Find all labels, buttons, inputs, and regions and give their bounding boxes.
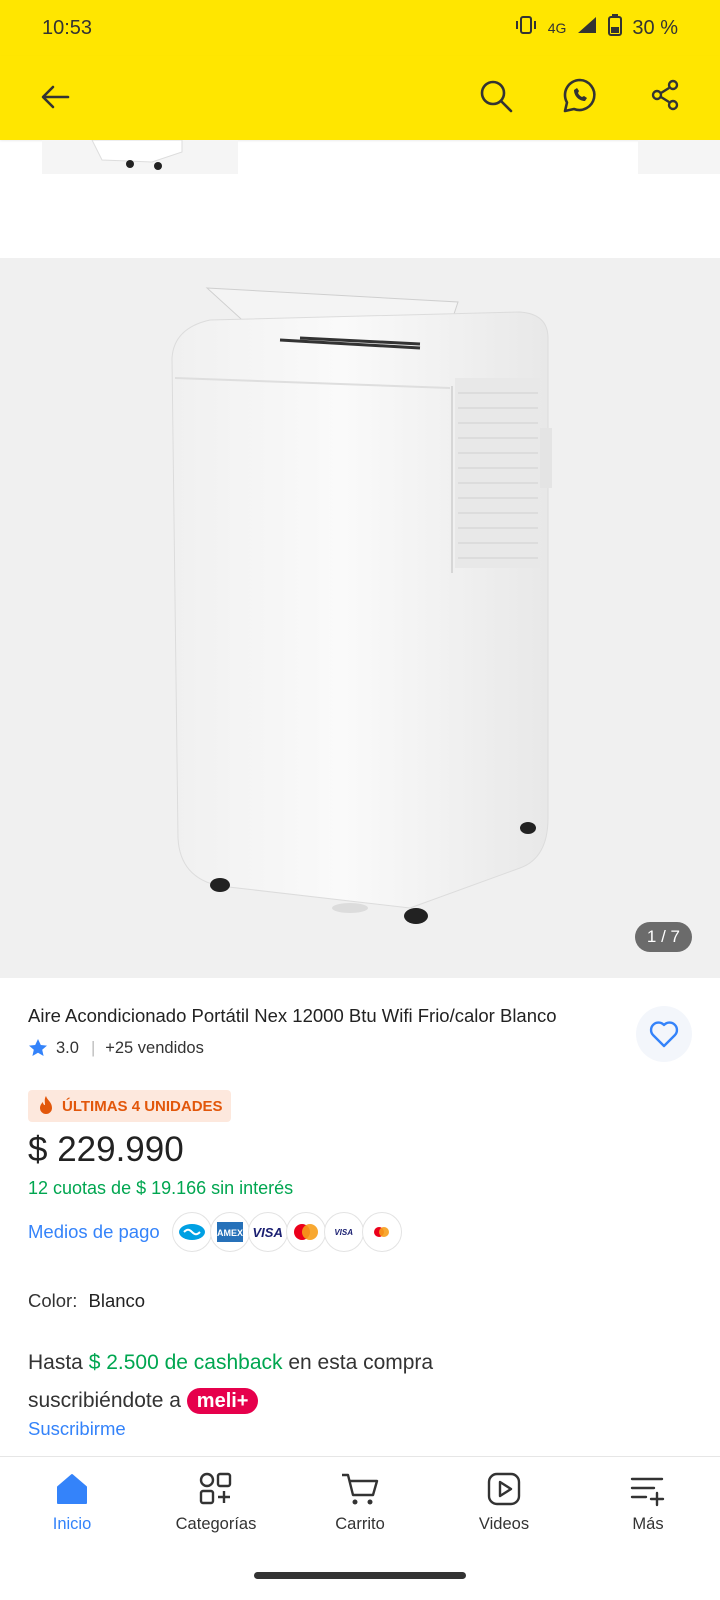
- stock-badge: ÚLTIMAS 4 UNIDADES: [28, 1090, 231, 1122]
- visa-debit-icon: VISA: [323, 1212, 364, 1252]
- signal-icon: [576, 15, 598, 41]
- nav-label: Categorías: [175, 1515, 257, 1533]
- payment-methods-row[interactable]: Medios de pago AMEX VISA VISA: [28, 1212, 402, 1252]
- home-icon: [57, 1474, 87, 1504]
- installments-info: 12 cuotas de $ 19.166 sin interés: [28, 1178, 294, 1198]
- nav-label: Carrito: [335, 1515, 385, 1533]
- visa-icon: VISA: [247, 1212, 288, 1252]
- mastercard-debit-icon: [361, 1212, 402, 1252]
- nav-label: Inicio: [52, 1515, 92, 1533]
- thumbnail[interactable]: [638, 140, 720, 174]
- videos-icon: [487, 1472, 521, 1506]
- vibrate-icon: [514, 15, 538, 41]
- color-label: Color:: [28, 1290, 78, 1311]
- mastercard-icon: [285, 1212, 326, 1252]
- subscribe-link[interactable]: Suscribirme: [28, 1418, 126, 1440]
- nav-item-mas[interactable]: Más: [576, 1457, 720, 1569]
- nav-item-categorias[interactable]: Categorías: [144, 1457, 288, 1569]
- heart-icon: [649, 1021, 679, 1048]
- amex-icon: AMEX: [209, 1212, 250, 1252]
- battery-icon: [608, 14, 623, 42]
- product-image: [171, 287, 552, 924]
- cart-icon: [342, 1473, 379, 1505]
- color-row: Color: Blanco: [28, 1290, 145, 1312]
- mercadopago-icon: [171, 1212, 212, 1252]
- rating-row[interactable]: 3.0 | +25 vendidos: [28, 1038, 204, 1058]
- stock-badge-label: ÚLTIMAS 4 UNIDADES: [62, 1097, 223, 1115]
- sold-count: +25 vendidos: [105, 1038, 204, 1057]
- rating-value: 3.0: [56, 1038, 79, 1057]
- nav-label: Videos: [478, 1515, 530, 1533]
- cashback-prefix: Hasta: [28, 1351, 83, 1374]
- app-bar: [0, 56, 720, 140]
- battery-level: 30 %: [632, 16, 678, 39]
- bottom-navigation: Inicio Categorías Carrito Videos Más: [0, 1456, 720, 1569]
- thumbnail[interactable]: [42, 140, 238, 174]
- separator: |: [90, 1038, 96, 1057]
- svg-text:AMEX: AMEX: [217, 1228, 243, 1238]
- product-image-gallery[interactable]: 1 / 7: [0, 258, 720, 978]
- thumbnail-strip: [0, 140, 720, 176]
- fire-icon: [40, 1096, 52, 1114]
- payment-methods-link[interactable]: Medios de pago: [28, 1221, 160, 1243]
- status-icons: 4G 30 %: [514, 14, 678, 42]
- image-counter: 1 / 7: [634, 922, 692, 952]
- product-title: Aire Acondicionado Portátil Nex 12000 Bt…: [28, 1005, 557, 1026]
- cashback-promo: Hasta $ 2.500 de cashback en esta compra…: [28, 1344, 588, 1420]
- nav-item-inicio[interactable]: Inicio: [0, 1457, 144, 1569]
- color-value: Blanco: [88, 1290, 146, 1311]
- meli-plus-logo: meli+: [186, 1388, 259, 1415]
- share-icon[interactable]: [648, 78, 682, 117]
- status-bar: 10:53 4G 30 %: [0, 0, 720, 56]
- more-icon: [630, 1477, 665, 1507]
- cashback-line2: suscribiéndote a: [28, 1389, 181, 1412]
- product-price: $ 229.990: [28, 1130, 184, 1169]
- nav-item-carrito[interactable]: Carrito: [288, 1457, 432, 1569]
- back-arrow-icon[interactable]: [38, 80, 72, 119]
- status-time: 10:53: [42, 16, 93, 39]
- search-icon[interactable]: [478, 78, 514, 119]
- cashback-suffix: en esta compra: [288, 1351, 434, 1374]
- categories-icon: [199, 1472, 232, 1505]
- whatsapp-share-icon[interactable]: [560, 76, 600, 121]
- network-label: 4G: [547, 20, 567, 36]
- cashback-amount: $ 2.500 de cashback: [88, 1351, 283, 1374]
- favorite-button[interactable]: [636, 1006, 692, 1062]
- system-home-indicator[interactable]: [254, 1572, 466, 1579]
- nav-item-videos[interactable]: Videos: [432, 1457, 576, 1569]
- nav-label: Más: [632, 1515, 664, 1533]
- star-icon: [29, 1039, 47, 1056]
